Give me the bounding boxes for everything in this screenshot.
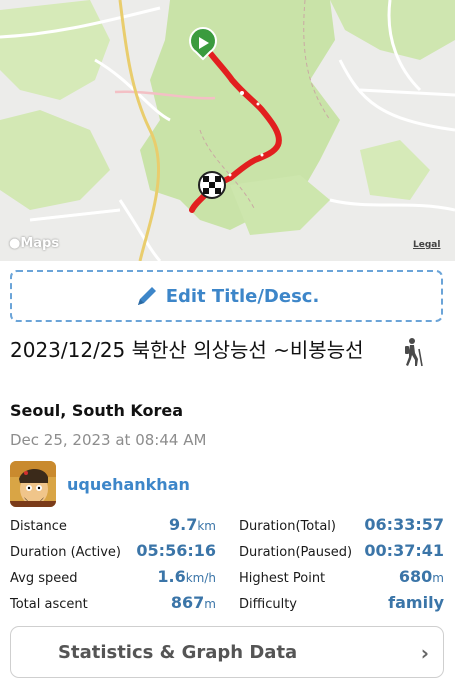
duration-total-label: Duration(Total): [239, 519, 336, 534]
total-ascent-value: 867m: [170, 593, 216, 612]
maps-logo: ●Maps: [9, 236, 60, 251]
activity-location: Seoul, South Korea: [10, 401, 184, 420]
distance-value: 9.7km: [169, 515, 216, 534]
duration-active-value: 05:56:16: [136, 541, 216, 560]
difficulty-value: family: [388, 593, 444, 612]
highest-point-label: Highest Point: [239, 571, 326, 586]
total-ascent-label: Total ascent: [10, 597, 88, 612]
route-map[interactable]: ●Maps Legal: [0, 0, 455, 261]
activity-date: Dec 25, 2023 at 08:44 AM: [10, 431, 207, 449]
duration-active-label: Duration (Active): [10, 545, 121, 560]
avg-speed-value: 1.6km/h: [157, 567, 216, 586]
duration-total-value: 06:33:57: [364, 515, 444, 534]
difficulty-label: Difficulty: [239, 597, 297, 612]
edit-title-label: Edit Title/Desc.: [165, 285, 320, 307]
avg-speed-label: Avg speed: [10, 571, 78, 586]
checkered-flag-icon: [198, 171, 226, 199]
highest-point-value: 680m: [398, 567, 444, 586]
legal-link[interactable]: Legal: [413, 240, 440, 250]
map-canvas: [0, 0, 455, 261]
chevron-right-icon: ›: [420, 641, 429, 665]
apple-icon: ●: [9, 236, 21, 251]
username-link[interactable]: uquehankhan: [67, 475, 190, 494]
distance-label: Distance: [10, 519, 67, 534]
statistics-graph-button[interactable]: Statistics & Graph Data ›: [10, 626, 444, 678]
duration-paused-value: 00:37:41: [364, 541, 444, 560]
avatar[interactable]: [10, 461, 56, 507]
duration-paused-label: Duration(Paused): [239, 545, 353, 560]
statistics-graph-label: Statistics & Graph Data: [58, 642, 298, 663]
edit-title-button[interactable]: Edit Title/Desc.: [10, 270, 443, 322]
pencil-icon: [134, 283, 160, 309]
activity-title: 2023/12/25 북한산 의상능선 ~비봉능선: [10, 338, 364, 362]
avatar-icon: [10, 461, 56, 507]
hiker-icon: [400, 337, 426, 371]
